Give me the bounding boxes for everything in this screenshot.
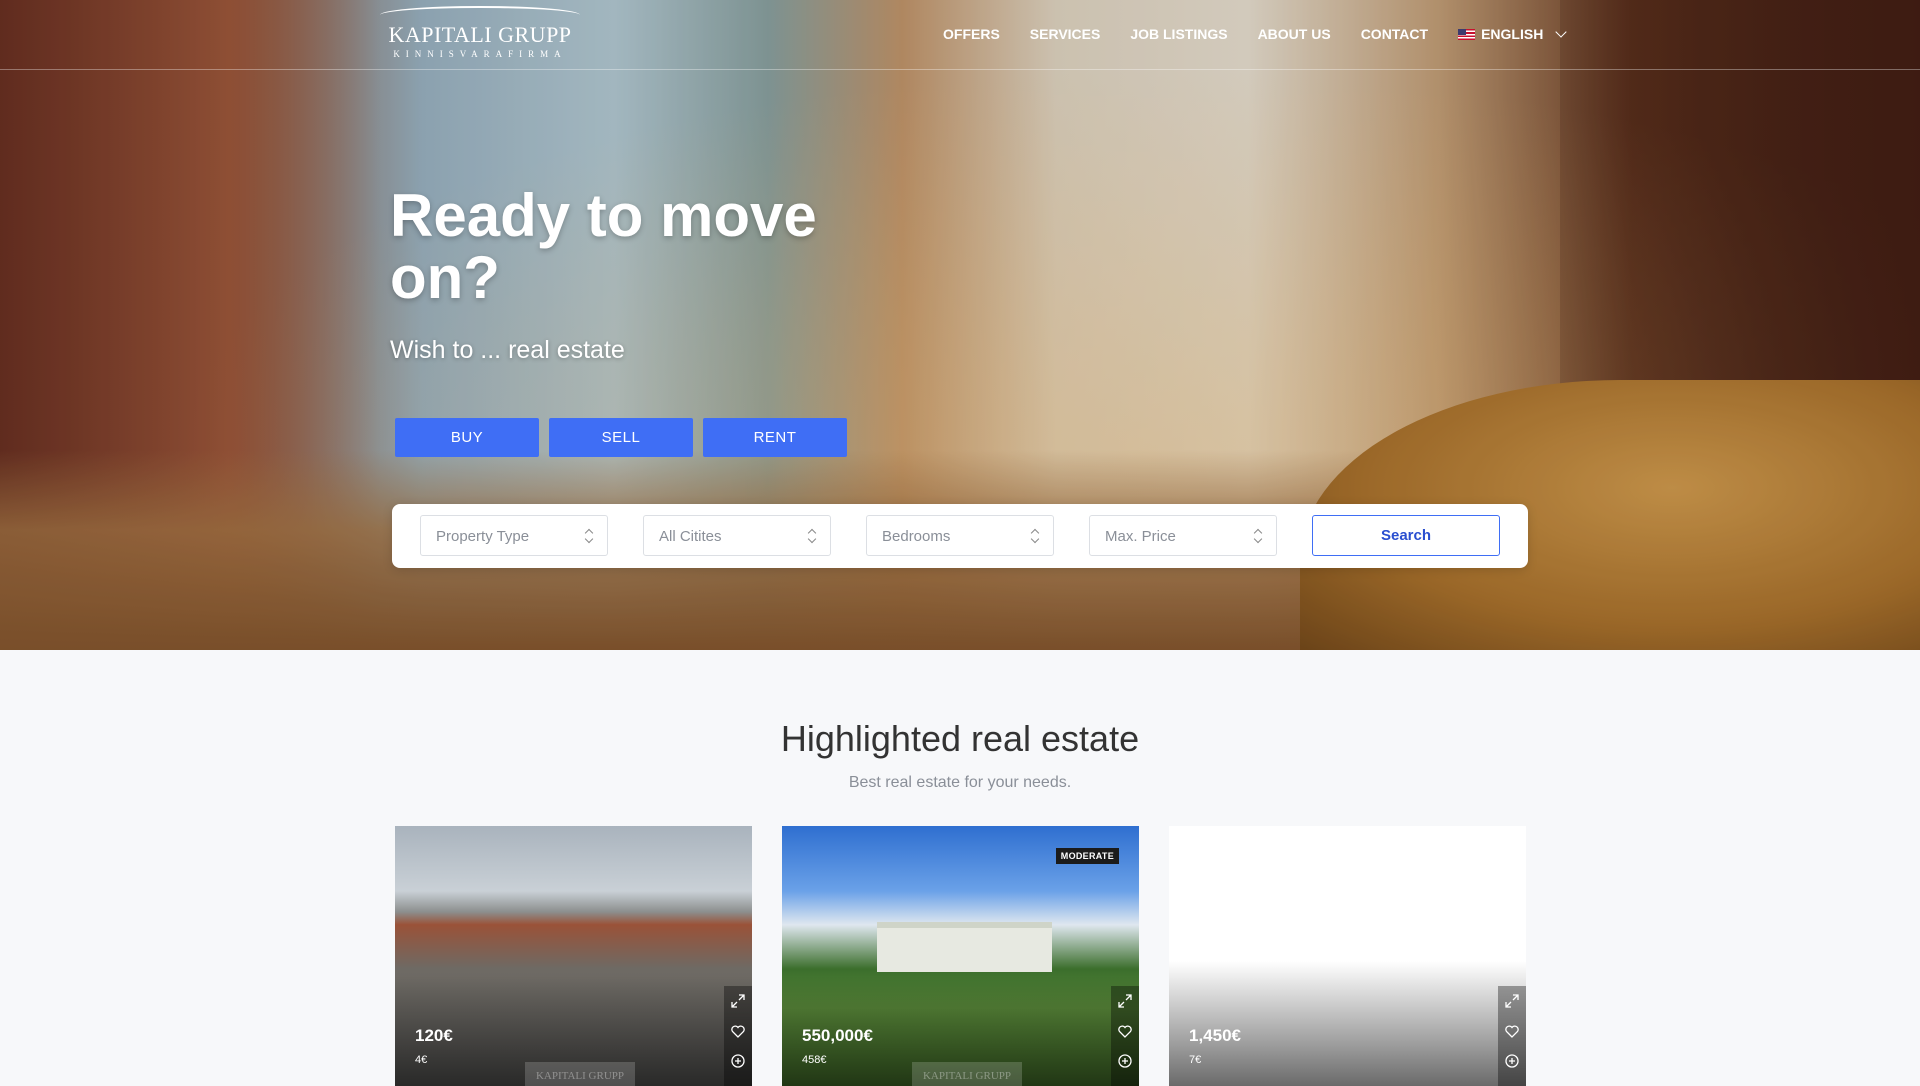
language-selector[interactable]: ENGLISH [1458,26,1567,42]
property-type-label: Property Type [436,528,530,545]
card-actions [1111,986,1139,1086]
listing-card[interactable]: 120€ 4€ KAPITALI GRUPP [395,826,752,1086]
menu-item-services[interactable]: SERVICES [1030,26,1101,42]
menu-item-offers[interactable]: OFFERS [943,26,1000,42]
watermark: KAPITALI GRUPP [912,1062,1022,1086]
top-navigation: KAPITALI GRUPP KINNISVARAFIRMA OFFERS SE… [0,0,1920,70]
city-select[interactable]: All Citites [643,515,831,556]
add-compare-icon[interactable] [724,1046,752,1076]
tab-sell[interactable]: SELL [549,418,693,457]
listing-price: 1,450€ [1189,1026,1241,1045]
main-menu: OFFERS SERVICES JOB LISTINGS ABOUT US CO… [943,26,1595,42]
logo[interactable]: KAPITALI GRUPP KINNISVARAFIRMA [380,6,580,59]
language-label: ENGLISH [1481,26,1544,42]
section-title: Highlighted real estate [780,718,1140,759]
search-button[interactable]: Search [1312,515,1500,556]
section-subtitle: Best real estate for your needs. [848,774,1072,791]
status-badge: MODERATE [1055,848,1119,864]
listing-price-per-m2: 7€ [1189,1054,1202,1066]
listing-price-per-m2: 4€ [415,1054,428,1066]
hero-subline: Wish to ... real estate [390,336,625,364]
expand-icon[interactable] [1498,986,1526,1016]
max-price-select[interactable]: Max. Price [1089,515,1277,556]
expand-icon[interactable] [1111,986,1139,1016]
bedrooms-label: Bedrooms [882,528,951,545]
listing-price: 120€ [415,1026,453,1045]
watermark: KAPITALI GRUPP [525,1062,635,1086]
hero-banner: KAPITALI GRUPP KINNISVARAFIRMA OFFERS SE… [0,0,1920,650]
expand-icon[interactable] [724,986,752,1016]
menu-item-contact[interactable]: CONTACT [1361,26,1428,42]
listing-card[interactable]: 1,450€ 7€ [1169,826,1526,1086]
chevron-down-icon [1555,26,1567,38]
select-arrows-icon [808,528,816,544]
hero-headline: Ready to move on? [390,182,817,311]
heart-icon[interactable] [1498,1016,1526,1046]
heart-icon[interactable] [724,1016,752,1046]
search-bar: Property Type All Citites Bedrooms Max. … [392,504,1528,568]
us-flag-icon [1458,28,1476,40]
tab-rent[interactable]: RENT [703,418,847,457]
city-label: All Citites [659,528,722,545]
bedrooms-select[interactable]: Bedrooms [866,515,1054,556]
logo-subtitle: KINNISVARAFIRMA [393,49,567,59]
tab-buy[interactable]: BUY [395,418,539,457]
add-compare-icon[interactable] [1498,1046,1526,1076]
select-arrows-icon [1031,528,1039,544]
select-arrows-icon [585,528,593,544]
heart-icon[interactable] [1111,1016,1139,1046]
menu-item-job-listings[interactable]: JOB LISTINGS [1130,26,1227,42]
max-price-label: Max. Price [1105,528,1176,545]
logo-name: KAPITALI GRUPP [388,22,572,47]
card-actions [724,986,752,1086]
property-type-select[interactable]: Property Type [420,515,608,556]
transaction-tabs: BUY SELL RENT [395,418,847,457]
select-arrows-icon [1254,528,1262,544]
card-actions [1498,986,1526,1086]
add-compare-icon[interactable] [1111,1046,1139,1076]
listing-price-per-m2: 458€ [802,1054,827,1066]
listing-card[interactable]: MODERATE 550,000€ 458€ KAPITALI GRUPP [782,826,1139,1086]
building-shape [877,922,1052,972]
menu-item-about-us[interactable]: ABOUT US [1258,26,1331,42]
listing-image[interactable] [1169,826,1526,1086]
listing-price: 550,000€ [802,1026,873,1045]
